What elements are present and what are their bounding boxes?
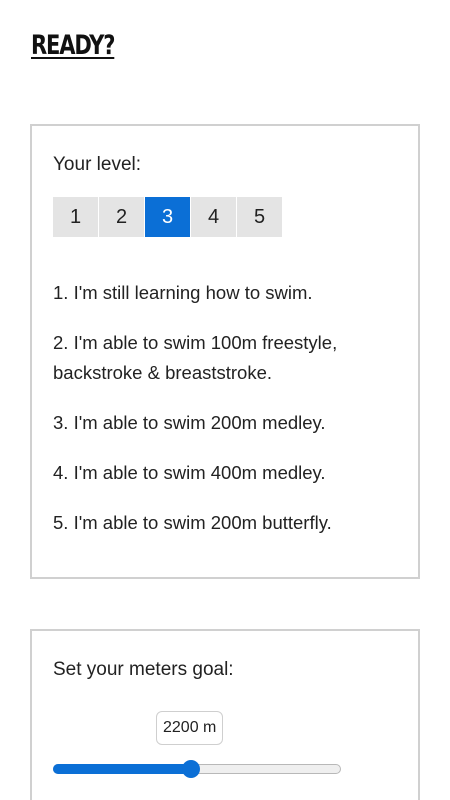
meters-goal-slider[interactable] — [53, 759, 341, 779]
level-description-3: 3. I'm able to swim 200m medley. — [53, 412, 326, 433]
goal-value-badge: 2200 m — [156, 711, 224, 745]
goal-label: Set your meters goal: — [53, 659, 234, 680]
level-description-5: 5. I'm able to swim 200m butterfly. — [53, 512, 332, 533]
level-card: Your level: 1 2 3 4 5 1. I'm still learn… — [30, 124, 420, 579]
slider-fill — [53, 764, 191, 774]
level-descriptions: 1. I'm still learning how to swim. 2. I'… — [53, 278, 393, 558]
level-description-2: 2. I'm able to swim 100m freestyle, back… — [53, 332, 338, 383]
page-title: READY? — [31, 30, 115, 61]
level-button-4[interactable]: 4 — [191, 197, 236, 237]
level-button-5[interactable]: 5 — [237, 197, 282, 237]
goal-card: Set your meters goal: 2200 m — [30, 629, 420, 800]
level-selector: 1 2 3 4 5 — [53, 197, 282, 237]
page: READY? Your level: 1 2 3 4 5 1. I'm stil… — [0, 0, 450, 800]
level-button-3[interactable]: 3 — [145, 197, 190, 237]
level-label: Your level: — [53, 154, 142, 175]
level-button-1[interactable]: 1 — [53, 197, 98, 237]
slider-thumb[interactable] — [182, 760, 200, 778]
level-description-1: 1. I'm still learning how to swim. — [53, 282, 313, 303]
level-description-4: 4. I'm able to swim 400m medley. — [53, 462, 326, 483]
level-button-2[interactable]: 2 — [99, 197, 144, 237]
